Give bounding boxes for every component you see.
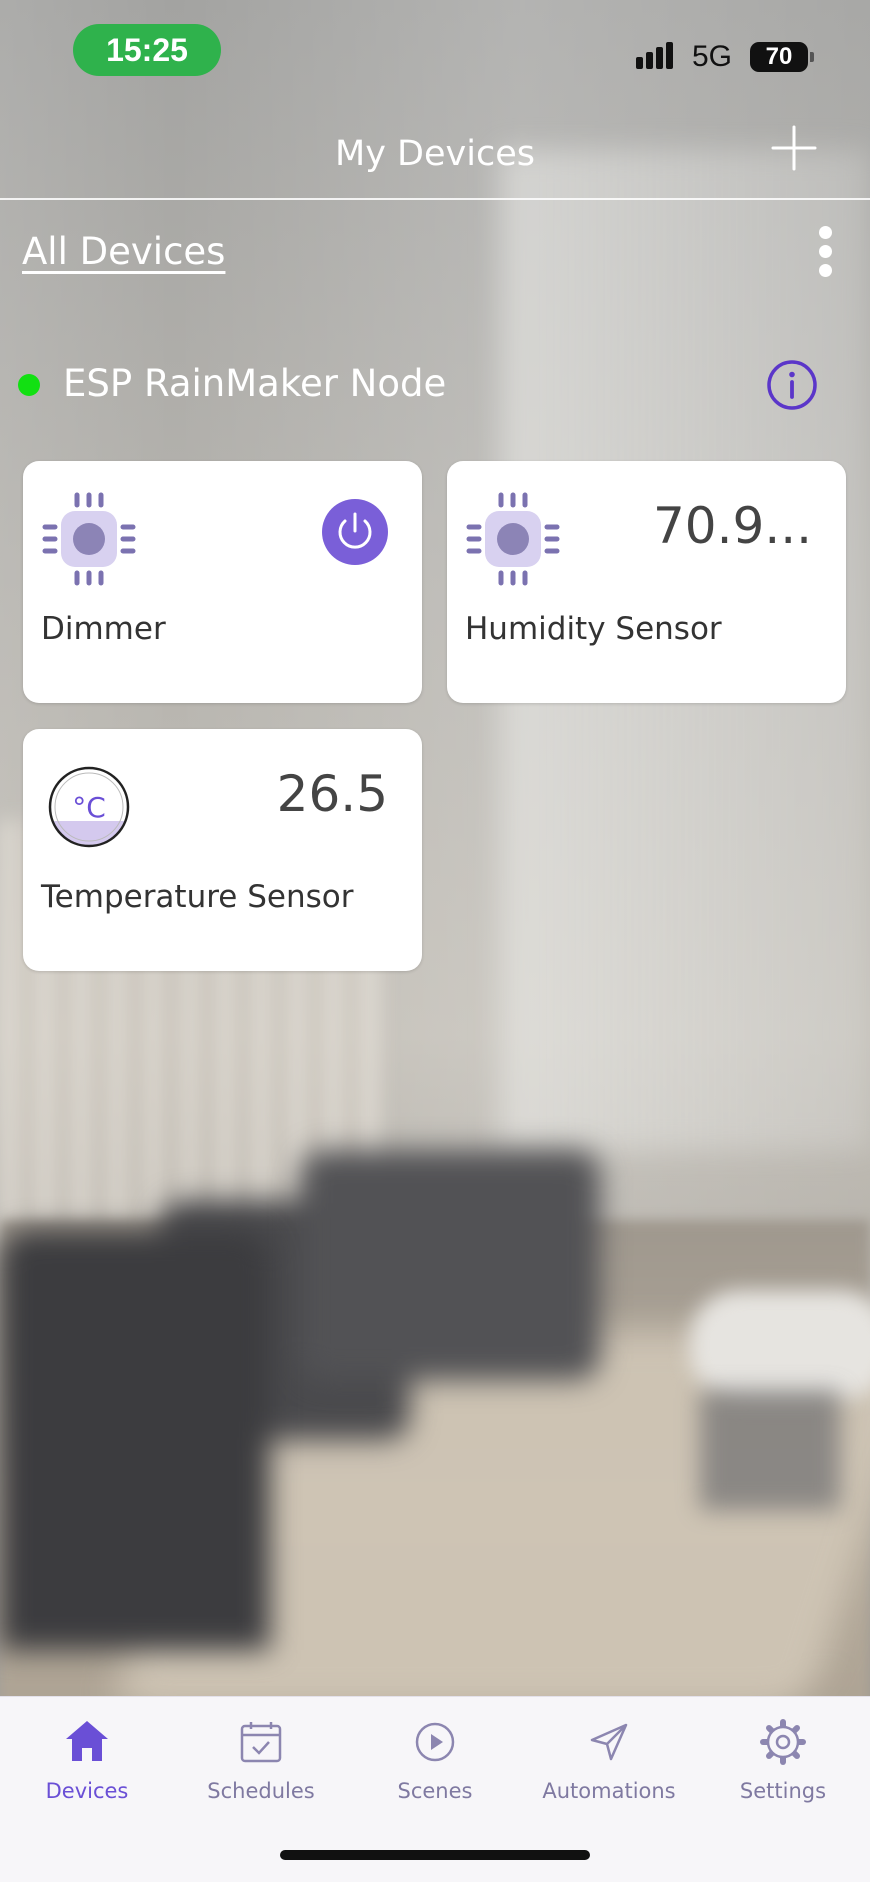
status-time: 15:25	[73, 24, 221, 76]
node-online-indicator	[18, 374, 40, 396]
cellular-signal-icon	[636, 42, 673, 69]
humidity-value: 70.9...	[652, 497, 812, 555]
node-info-button[interactable]	[766, 359, 818, 411]
power-icon	[338, 512, 372, 549]
tab-automations[interactable]: Automations	[522, 1717, 696, 1803]
battery-icon: 70	[750, 42, 808, 72]
temperature-value: 26.5	[276, 765, 388, 823]
status-bar: 15:25 5G 70	[0, 0, 870, 100]
thermometer-celsius-icon: °C	[48, 766, 130, 848]
battery-level: 70	[765, 43, 793, 70]
plus-icon	[771, 125, 817, 171]
node-name: ESP RainMaker Node	[63, 362, 447, 405]
tab-label: Schedules	[207, 1779, 315, 1803]
tab-schedules[interactable]: Schedules	[174, 1717, 348, 1803]
info-icon	[767, 360, 817, 410]
device-name: Humidity Sensor	[465, 611, 722, 647]
tab-label: Scenes	[397, 1779, 473, 1803]
home-indicator	[280, 1850, 590, 1860]
send-icon	[590, 1723, 628, 1761]
calendar-icon	[240, 1722, 282, 1763]
more-options-button[interactable]	[810, 226, 840, 277]
battery-nub	[810, 52, 814, 62]
nav-header: My Devices	[0, 100, 870, 200]
device-card-humidity-sensor[interactable]: 70.9... Humidity Sensor	[447, 461, 846, 703]
tab-scenes[interactable]: Scenes	[348, 1717, 522, 1803]
play-icon	[415, 1722, 455, 1762]
device-name: Dimmer	[41, 611, 166, 647]
home-icon	[66, 1721, 108, 1761]
tab-settings[interactable]: Settings	[696, 1717, 870, 1803]
tab-devices[interactable]: Devices	[0, 1717, 174, 1803]
device-card-temperature-sensor[interactable]: °C 26.5 Temperature Sensor	[23, 729, 422, 971]
tab-label: Settings	[739, 1779, 827, 1803]
dimmer-power-button[interactable]	[322, 499, 388, 565]
network-type: 5G	[692, 40, 733, 73]
device-card-dimmer[interactable]: Dimmer	[23, 461, 422, 703]
tab-label: Automations	[542, 1779, 676, 1803]
page-title: My Devices	[335, 134, 535, 174]
all-devices-filter[interactable]: All Devices	[22, 230, 225, 273]
device-name: Temperature Sensor	[41, 879, 354, 915]
tab-label: Devices	[45, 1779, 129, 1803]
chip-icon	[42, 492, 136, 586]
svg-text:°C: °C	[72, 791, 106, 824]
gear-icon	[760, 1719, 806, 1765]
chip-icon	[466, 492, 560, 586]
add-device-button[interactable]	[770, 124, 818, 172]
